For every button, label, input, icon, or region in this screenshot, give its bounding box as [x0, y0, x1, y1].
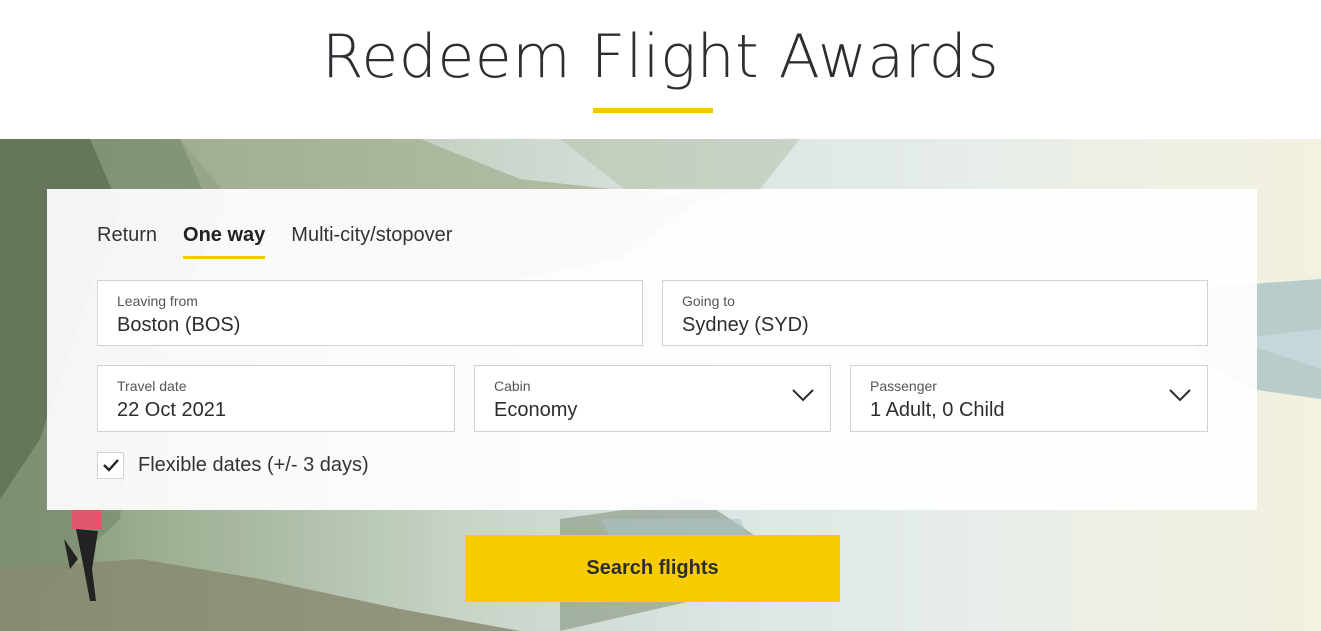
chevron-down-icon — [1169, 389, 1191, 402]
flexible-dates-checkbox[interactable] — [97, 451, 124, 479]
flexible-dates-option: Flexible dates (+/- 3 days) — [97, 451, 369, 479]
leaving-from-field[interactable]: Leaving from Boston (BOS) — [97, 280, 643, 346]
title-underline — [593, 108, 713, 113]
going-to-value: Sydney (SYD) — [682, 314, 809, 336]
chevron-down-icon — [792, 389, 814, 402]
page-title: Redeem Flight Awards — [321, 22, 1000, 92]
leaving-from-value: Boston (BOS) — [117, 314, 241, 336]
cabin-select[interactable]: Cabin Economy — [474, 365, 831, 432]
going-to-label: Going to — [682, 293, 735, 309]
passenger-label: Passenger — [870, 378, 937, 394]
going-to-field[interactable]: Going to Sydney (SYD) — [662, 280, 1208, 346]
cabin-label: Cabin — [494, 378, 531, 394]
passenger-value: 1 Adult, 0 Child — [870, 399, 1005, 421]
search-flights-button[interactable]: Search flights — [465, 535, 840, 602]
travel-date-label: Travel date — [117, 378, 187, 394]
tab-multi-city[interactable]: Multi-city/stopover — [291, 224, 452, 260]
tab-return[interactable]: Return — [97, 224, 157, 260]
cabin-value: Economy — [494, 399, 578, 421]
tab-one-way[interactable]: One way — [183, 224, 266, 260]
travel-date-value: 22 Oct 2021 — [117, 399, 226, 421]
leaving-from-label: Leaving from — [117, 293, 198, 309]
passenger-select[interactable]: Passenger 1 Adult, 0 Child — [850, 365, 1208, 432]
trip-type-tabs: Return One way Multi-city/stopover — [97, 224, 452, 264]
page-header: Redeem Flight Awards — [0, 0, 1321, 139]
flexible-dates-label: Flexible dates (+/- 3 days) — [138, 453, 369, 476]
travel-date-field[interactable]: Travel date 22 Oct 2021 — [97, 365, 455, 432]
checkmark-icon — [102, 459, 119, 472]
